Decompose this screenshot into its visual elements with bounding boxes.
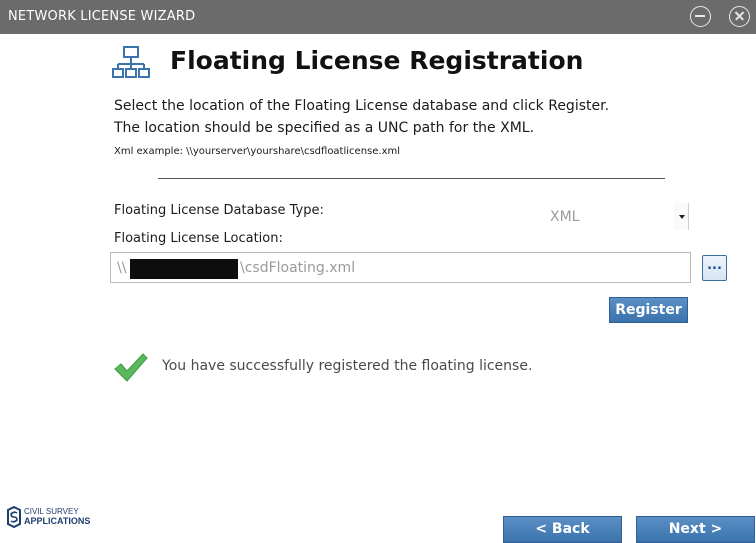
logo-line-2: APPLICATIONS	[24, 516, 91, 526]
db-type-value: XML	[550, 209, 580, 225]
title-bar: NETWORK LICENSE WIZARD	[0, 0, 756, 34]
db-type-select[interactable]: XML	[520, 203, 690, 231]
minimize-icon[interactable]	[690, 6, 711, 27]
location-label: Floating License Location:	[114, 231, 283, 246]
browse-button[interactable]: ...	[702, 255, 727, 281]
checkmark-icon	[114, 353, 148, 382]
next-button[interactable]: Next >	[636, 516, 755, 543]
network-icon	[112, 46, 150, 78]
instruction-line-1: Select the location of the Floating Lice…	[114, 98, 610, 114]
location-suffix: \csdFloating.xml	[240, 260, 356, 276]
xml-example-text: Xml example: \\yourserver\yourshare\csdf…	[114, 146, 401, 157]
back-button[interactable]: < Back	[503, 516, 622, 543]
divider	[158, 178, 665, 179]
logo-icon	[7, 506, 21, 528]
logo-line-1: CIVIL SURVEY	[24, 507, 79, 516]
register-button[interactable]: Register	[609, 297, 688, 323]
instruction-line-2: The location should be specified as a UN…	[114, 120, 535, 136]
db-type-label: Floating License Database Type:	[114, 203, 324, 218]
close-icon[interactable]	[729, 6, 750, 27]
window-title: NETWORK LICENSE WIZARD	[8, 9, 196, 24]
location-input[interactable]: \\ \csdFloating.xml	[110, 252, 691, 283]
page-title: Floating License Registration	[170, 46, 584, 75]
location-prefix: \\	[117, 260, 127, 276]
redacted-text	[130, 259, 238, 279]
company-logo: CIVIL SURVEY APPLICATIONS	[7, 505, 107, 531]
chevron-down-icon[interactable]	[674, 203, 689, 230]
success-message: You have successfully registered the flo…	[162, 358, 533, 374]
